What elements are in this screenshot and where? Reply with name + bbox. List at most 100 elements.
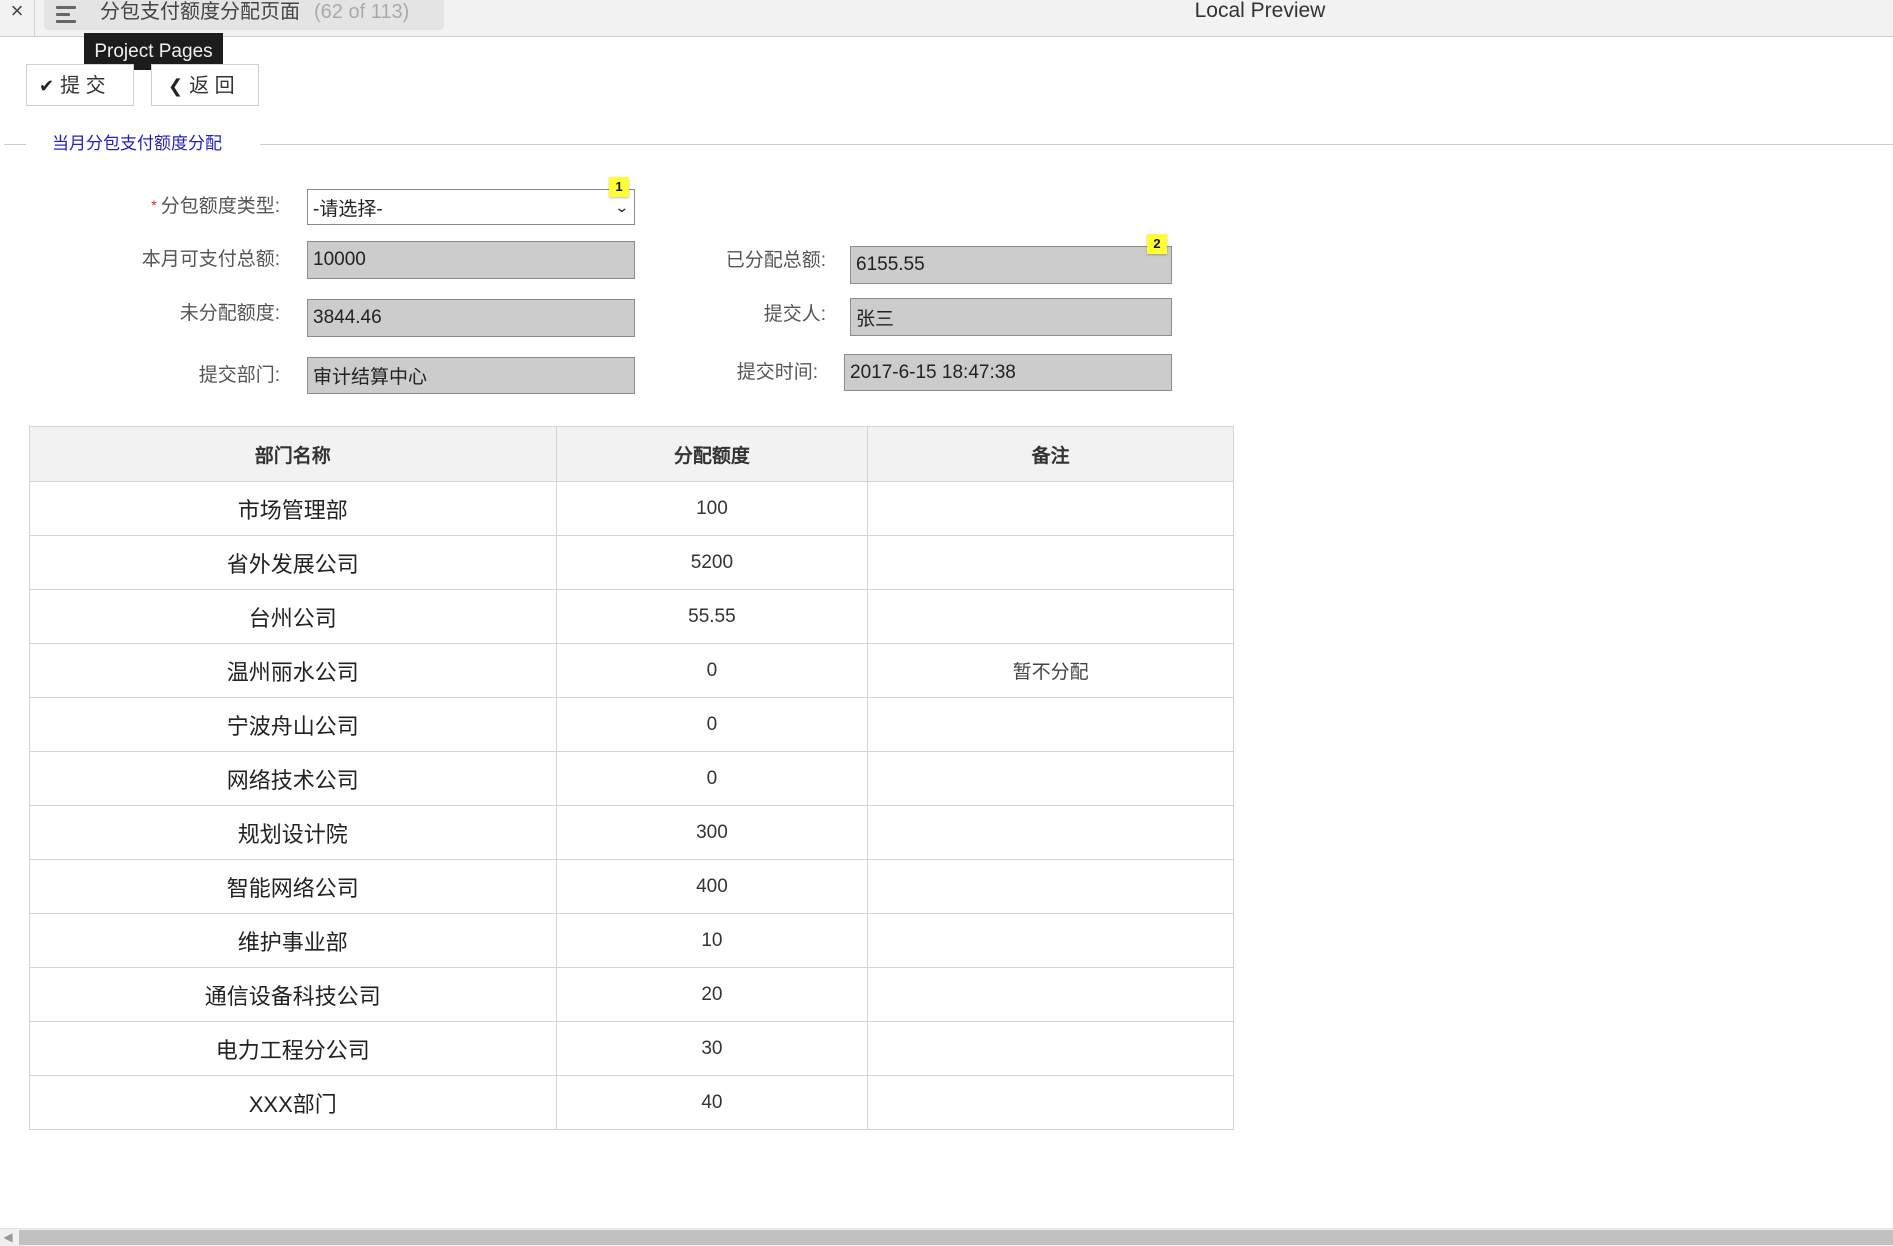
- amount-cell: 30: [555, 1021, 869, 1076]
- table-row: 通信设备科技公司 20: [29, 967, 1234, 1022]
- annotation-badge-1: 1: [609, 177, 629, 197]
- note-cell: [867, 1021, 1234, 1076]
- amount-cell: 400: [555, 859, 869, 914]
- close-icon: ×: [10, 0, 24, 23]
- note-cell: [867, 751, 1234, 806]
- department-cell: 省外发展公司: [29, 535, 557, 590]
- department-cell: XXX部门: [29, 1075, 557, 1130]
- submit-button[interactable]: ✔ 提 交: [26, 64, 134, 106]
- table-row: 温州丽水公司 0 暂不分配: [29, 643, 1234, 698]
- submit-time-label: 提交时间:: [736, 362, 818, 383]
- page-title: 分包支付额度分配页面 (62 of 113): [100, 0, 409, 24]
- unallocated-field[interactable]: 3844.46: [307, 299, 635, 337]
- amount-cell: 10: [555, 913, 869, 968]
- table-row: 规划设计院 300: [29, 805, 1234, 860]
- back-button-label: 返 回: [189, 75, 235, 97]
- note-cell: [867, 697, 1234, 752]
- note-cell: 暂不分配: [867, 643, 1234, 698]
- department-field[interactable]: 审计结算中心: [307, 357, 635, 394]
- submit-button-label: 提 交: [60, 75, 106, 97]
- note-cell: [867, 805, 1234, 860]
- page-selector[interactable]: 分包支付额度分配页面 (62 of 113): [44, 0, 444, 30]
- scrollbar-thumb[interactable]: [19, 1230, 1893, 1245]
- table-row: 台州公司 55.55: [29, 589, 1234, 644]
- fieldset-border-left: [4, 144, 26, 145]
- amount-cell: 100: [555, 481, 869, 536]
- monthly-total-field[interactable]: 10000: [307, 241, 635, 279]
- submitter-field[interactable]: 张三: [850, 298, 1172, 336]
- table-row: XXX部门 40: [29, 1075, 1234, 1130]
- allocation-table: 部门名称 分配额度 备注 市场管理部 100 省外发展公司 5200 台州公司 55.55…: [29, 426, 1234, 1130]
- monthly-total-value: 10000: [313, 249, 366, 270]
- chevron-down-icon: ⌄: [614, 198, 630, 215]
- amount-cell: 0: [555, 751, 869, 806]
- note-cell: [867, 481, 1234, 536]
- hamburger-menu-icon[interactable]: [56, 4, 78, 24]
- annotation-badge-2: 2: [1147, 234, 1167, 254]
- table-row: 电力工程分公司 30: [29, 1021, 1234, 1076]
- department-cell: 台州公司: [29, 589, 557, 644]
- note-cell: [867, 535, 1234, 590]
- department-cell: 温州丽水公司: [29, 643, 557, 698]
- department-label: 提交部门:: [198, 365, 280, 386]
- page-count: (62 of 113): [314, 1, 410, 23]
- department-value: 审计结算中心: [313, 367, 428, 388]
- monthly-total-label: 本月可支付总额:: [141, 249, 280, 270]
- department-cell: 市场管理部: [29, 481, 557, 536]
- department-cell: 宁波舟山公司: [29, 697, 557, 752]
- quota-type-selected-value: -请选择-: [313, 198, 383, 220]
- column-header-note: 备注: [867, 426, 1234, 482]
- amount-cell: 0: [555, 697, 869, 752]
- preview-top-bar: × 分包支付额度分配页面 (62 of 113) Local Preview: [0, 0, 1893, 37]
- table-row: 网络技术公司 0: [29, 751, 1234, 806]
- section-legend: 当月分包支付额度分配: [52, 134, 222, 153]
- table-row: 智能网络公司 400: [29, 859, 1234, 914]
- amount-cell: 40: [555, 1075, 869, 1130]
- table-row: 宁波舟山公司 0: [29, 697, 1234, 752]
- horizontal-scrollbar[interactable]: ◀: [0, 1228, 1893, 1246]
- amount-cell: 0: [555, 643, 869, 698]
- department-cell: 维护事业部: [29, 913, 557, 968]
- amount-cell: 20: [555, 967, 869, 1022]
- unallocated-label: 未分配额度:: [179, 303, 280, 324]
- quota-type-label: * 分包额度类型:: [100, 195, 280, 219]
- table-row: 维护事业部 10: [29, 913, 1234, 968]
- back-button[interactable]: ❮ 返 回: [151, 64, 259, 106]
- note-cell: [867, 967, 1234, 1022]
- table-header-row: 部门名称 分配额度 备注: [29, 426, 1234, 482]
- note-cell: [867, 1075, 1234, 1130]
- submit-time-value: 2017-6-15 18:47:38: [850, 361, 1016, 383]
- unallocated-value: 3844.46: [313, 307, 382, 328]
- submitter-value: 张三: [856, 308, 895, 330]
- table-row: 市场管理部 100: [29, 481, 1234, 536]
- fieldset-border-right: [260, 144, 1893, 145]
- close-button[interactable]: ×: [0, 0, 35, 36]
- column-header-amount: 分配额度: [555, 426, 869, 482]
- allocated-total-value: 6155.55: [856, 254, 925, 275]
- quota-type-select[interactable]: -请选择- ⌄: [307, 189, 635, 225]
- note-cell: [867, 589, 1234, 644]
- department-cell: 电力工程分公司: [29, 1021, 557, 1076]
- amount-cell: 300: [555, 805, 869, 860]
- quota-type-label-text: 分包额度类型:: [160, 196, 280, 217]
- table-row: 省外发展公司 5200: [29, 535, 1234, 590]
- department-cell: 智能网络公司: [29, 859, 557, 914]
- submit-time-field[interactable]: 2017-6-15 18:47:38: [844, 354, 1172, 391]
- department-cell: 规划设计院: [29, 805, 557, 860]
- checkmark-icon: ✔: [39, 76, 55, 96]
- allocated-total-label: 已分配总额:: [725, 250, 826, 271]
- amount-cell: 5200: [555, 535, 869, 590]
- department-cell: 网络技术公司: [29, 751, 557, 806]
- local-preview-label: Local Preview: [1194, 0, 1326, 22]
- note-cell: [867, 859, 1234, 914]
- chevron-left-icon: ❮: [168, 76, 184, 96]
- amount-cell: 55.55: [555, 589, 869, 644]
- allocated-total-field[interactable]: 6155.55: [850, 246, 1172, 284]
- submitter-label: 提交人:: [763, 304, 826, 325]
- required-mark: *: [151, 197, 157, 213]
- note-cell: [867, 913, 1234, 968]
- page-title-text: 分包支付额度分配页面: [100, 1, 300, 23]
- scroll-left-arrow-icon[interactable]: ◀: [0, 1229, 16, 1246]
- column-header-department: 部门名称: [29, 426, 557, 482]
- department-cell: 通信设备科技公司: [29, 967, 557, 1022]
